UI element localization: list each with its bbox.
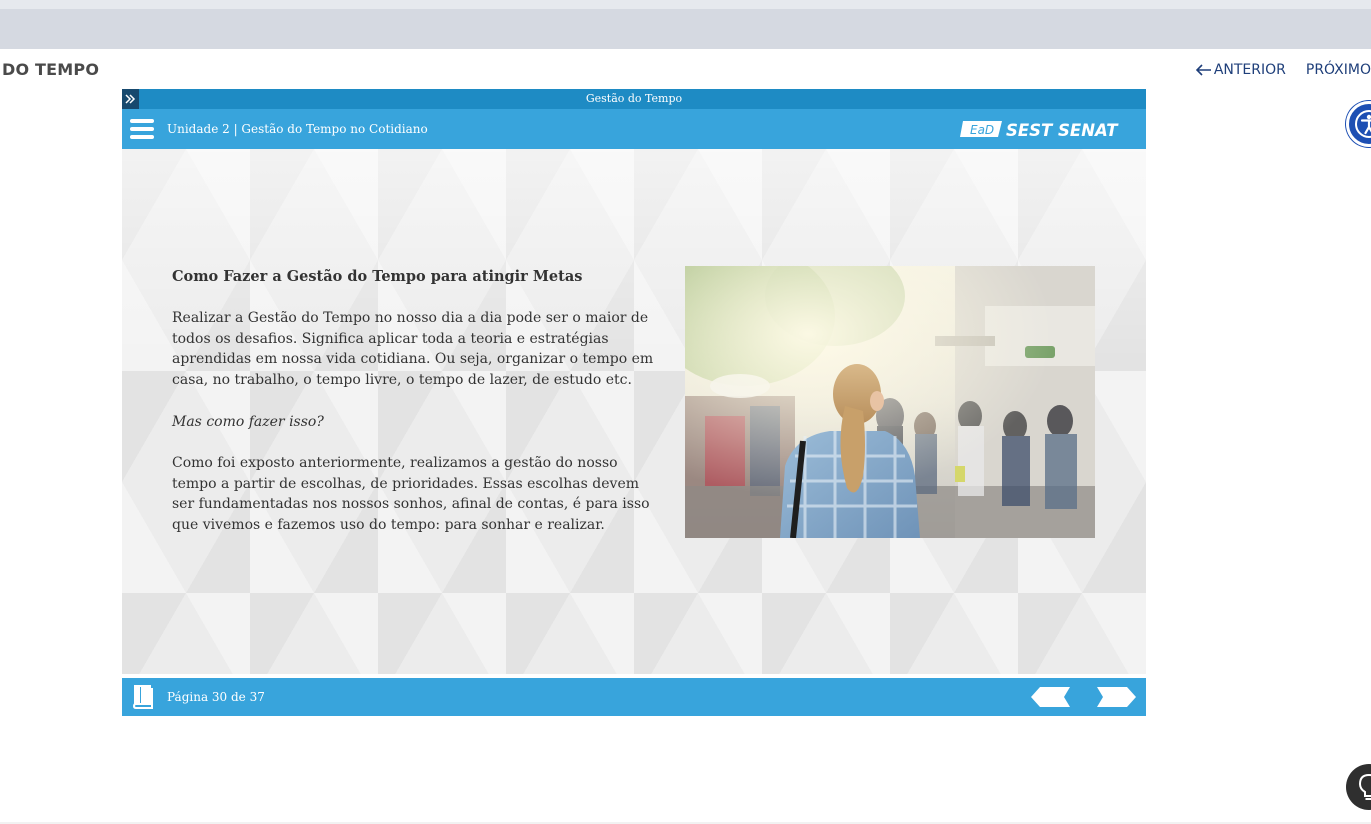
arrow-left-icon [1195,64,1211,76]
accessibility-icon [1355,110,1371,138]
slide-question: Mas como fazer isso? [172,413,324,430]
pagination-label: Página 30 de 37 [167,690,265,704]
next-page-button[interactable] [1095,686,1137,708]
logo-brand-text: SEST SENAT [1006,121,1119,140]
slide-paragraph-1: Realizar a Gestão do Tempo no nosso dia … [172,310,654,389]
double-chevron-right-icon [125,94,136,104]
accessibility-button[interactable] [1346,101,1371,147]
course-title: Gestão do Tempo [585,92,683,105]
top-navigation: ANTERIOR PRÓXIMO [1195,62,1371,78]
slide-paragraph-2: Como foi exposto anteriormente, realizam… [172,454,650,533]
unit-title: Unidade 2 | Gestão do Tempo no Cotidiano [167,122,428,136]
content-separator [122,674,1146,676]
player-footer: Página 30 de 37 [122,678,1146,716]
slide-content: Como Fazer a Gestão do Tempo para atingi… [122,149,1146,676]
hamburger-menu-icon[interactable] [130,118,154,140]
page-title: DO TEMPO [2,60,100,79]
lightbulb-icon [1358,773,1371,800]
previous-page-button[interactable] [1030,686,1072,708]
slide-text: Como Fazer a Gestão do Tempo para atingi… [172,267,664,556]
player-header: Unidade 2 | Gestão do Tempo no Cotidiano… [122,109,1146,149]
browser-top-strip [0,0,1371,9]
expand-button[interactable] [122,89,139,109]
logo-badge-text: EaD [970,123,994,137]
previous-link[interactable]: ANTERIOR [1195,62,1286,78]
course-player: Gestão do Tempo Unidade 2 | Gestão do Te… [122,89,1146,716]
player-title-bar: Gestão do Tempo [122,89,1146,109]
sest-senat-logo: EaD SEST SENAT [960,121,1119,140]
slide-heading: Como Fazer a Gestão do Tempo para atingi… [172,268,583,285]
street-crowd-photo [685,266,1095,538]
previous-link-label: ANTERIOR [1213,62,1286,78]
next-link[interactable]: PRÓXIMO [1306,62,1371,78]
hint-button[interactable] [1346,764,1371,810]
book-icon[interactable] [132,684,154,710]
course-top-bar [0,9,1371,49]
